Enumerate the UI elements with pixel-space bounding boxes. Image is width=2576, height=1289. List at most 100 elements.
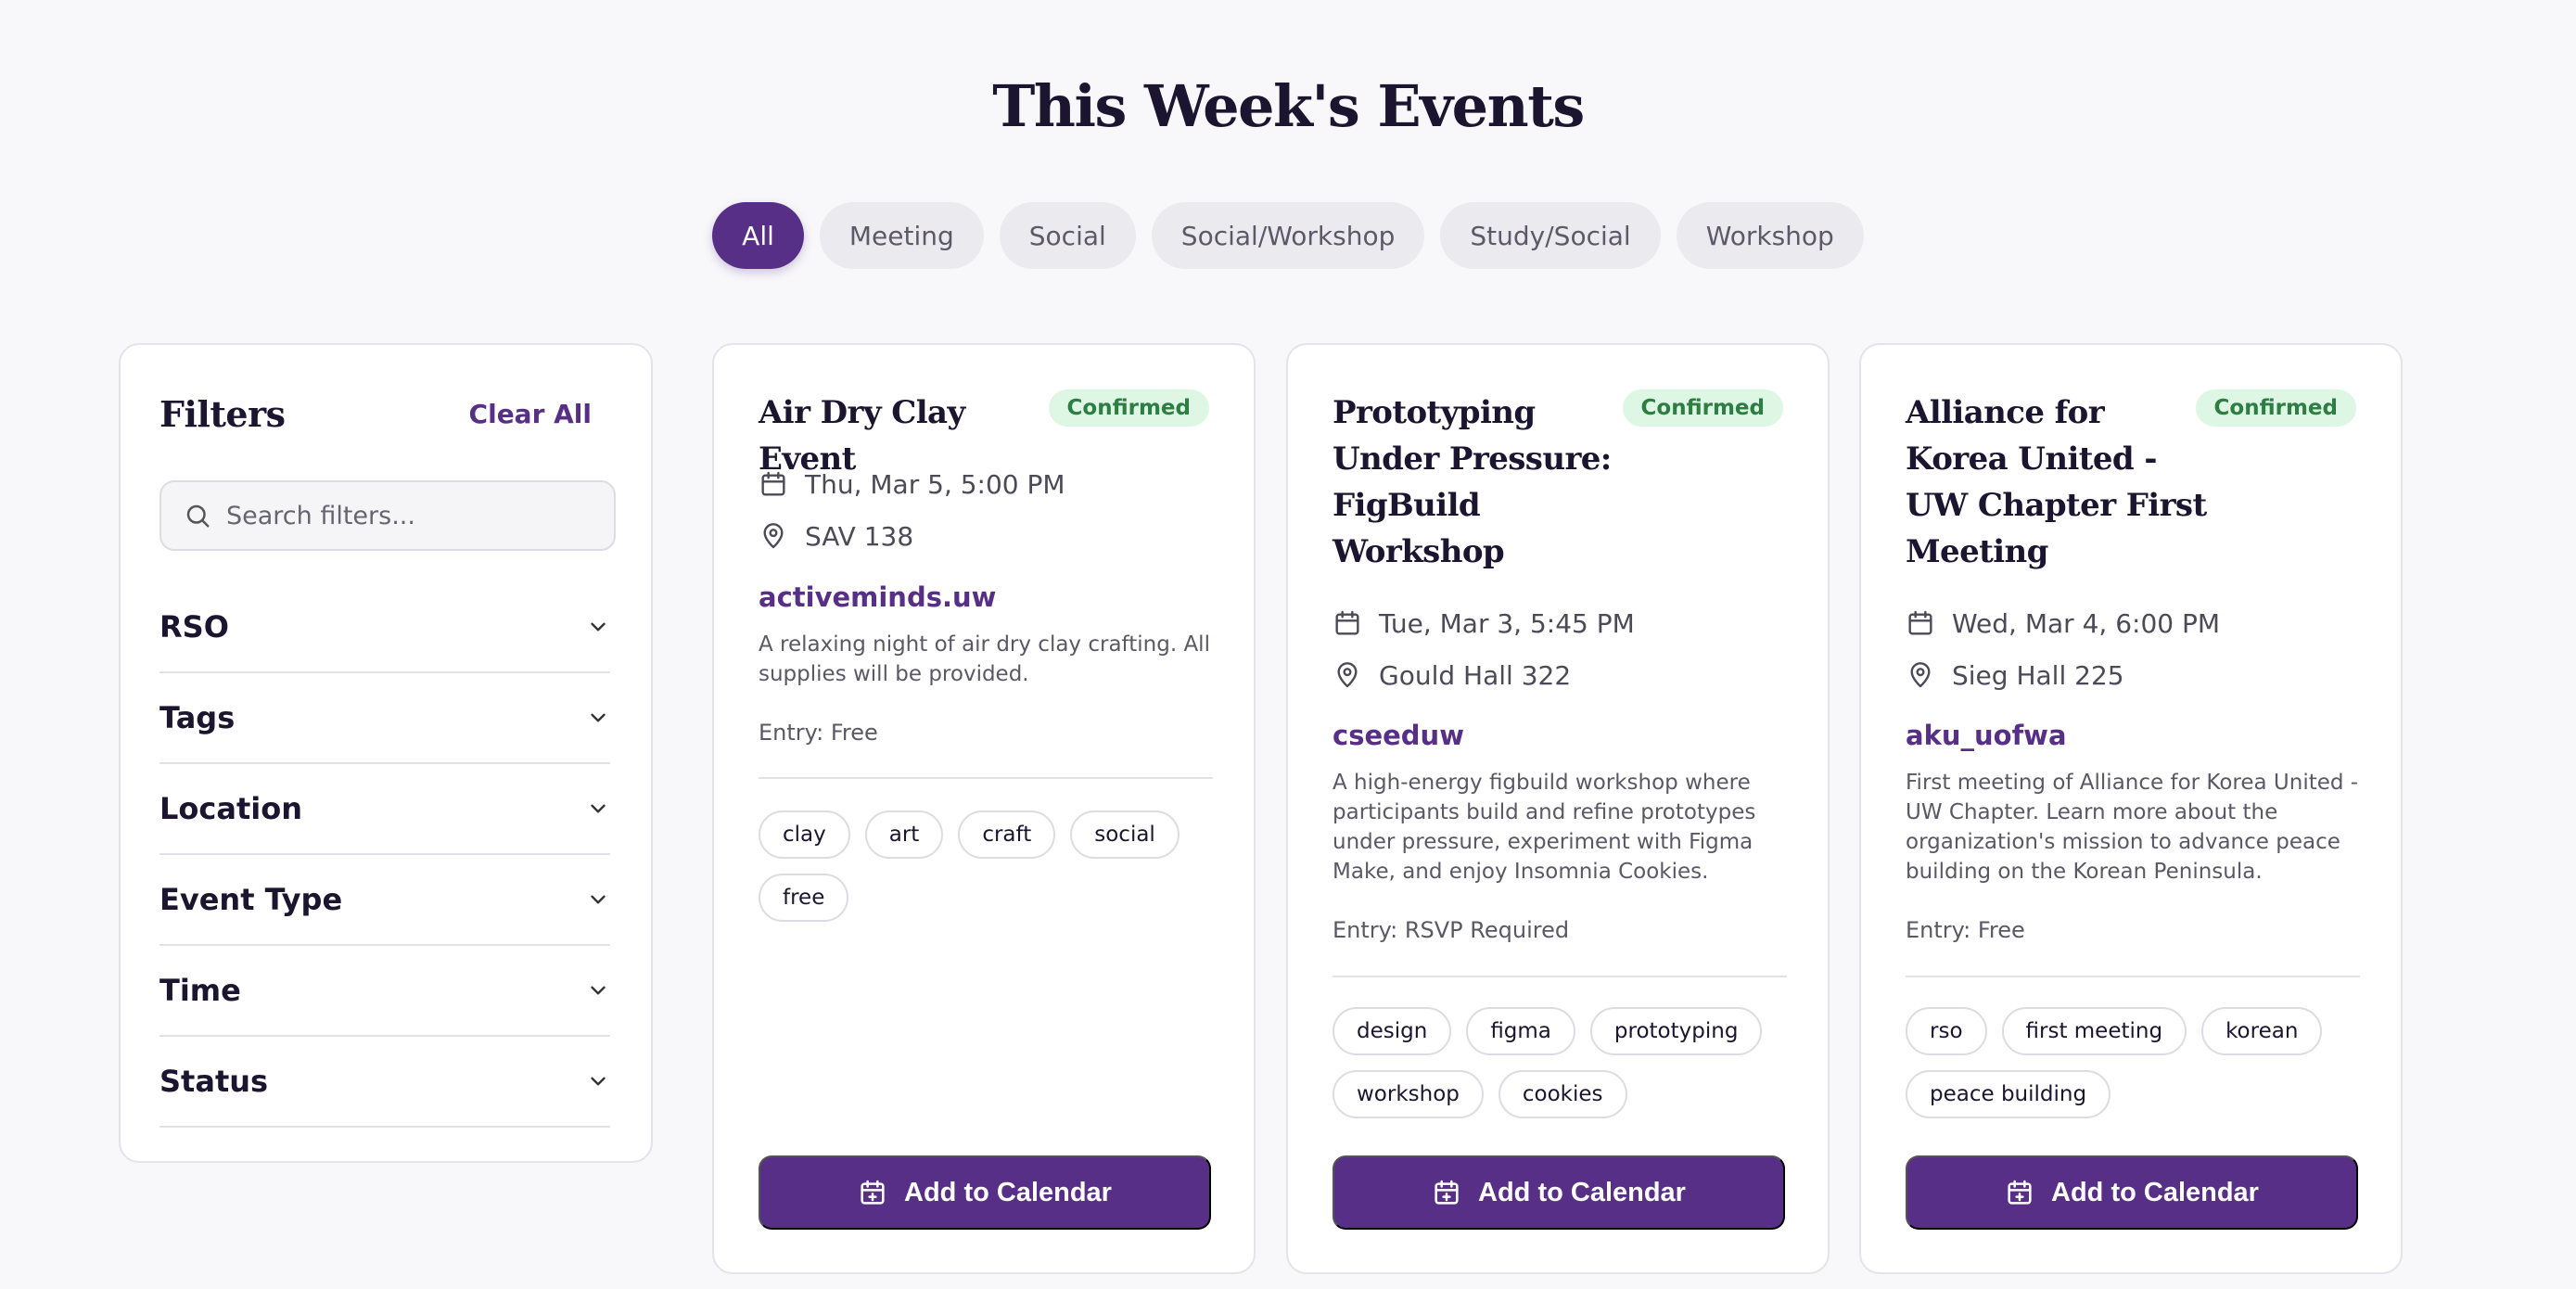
search-icon: [186, 504, 210, 528]
event-location-text: SAV 138: [805, 520, 914, 552]
tag-chip[interactable]: first meeting: [2001, 1007, 2187, 1055]
category-tabs: All Meeting Social Social/Workshop Study…: [0, 202, 2576, 269]
event-meta: Tue, Mar 3, 5:45 PM Gould Hall 322: [1333, 597, 1778, 701]
event-entry: Entry: Free: [759, 720, 878, 746]
tab-study-social[interactable]: Study/Social: [1440, 202, 1661, 269]
chevron-down-icon: [591, 622, 606, 632]
divider: [759, 777, 1213, 779]
tag-chip[interactable]: cookies: [1498, 1070, 1627, 1118]
event-title: Alliance for Korea United - UW Chapter F…: [1906, 394, 2207, 570]
event-description: A high-energy figbuild workshop where pa…: [1333, 771, 1756, 884]
event-location-text: Gould Hall 322: [1379, 659, 1572, 691]
org-link[interactable]: cseeduw: [1333, 720, 1464, 751]
tag-list: design figma prototyping workshop cookie…: [1333, 1007, 1796, 1118]
add-to-calendar-label: Add to Calendar: [1478, 1177, 1686, 1207]
filters-panel: Filters Clear All RSO Tags Location Even…: [119, 343, 653, 1163]
event-location: SAV 138: [759, 510, 1204, 562]
event-datetime: Tue, Mar 3, 5:45 PM: [1333, 597, 1778, 649]
filter-search-box: [159, 480, 616, 551]
calendar-icon: [761, 471, 785, 496]
tag-chip[interactable]: design: [1333, 1007, 1452, 1055]
chevron-down-icon: [591, 713, 606, 722]
filter-section-rso[interactable]: RSO: [159, 582, 610, 673]
calendar-icon: [1908, 610, 1932, 635]
divider: [1333, 976, 1787, 977]
tag-chip[interactable]: craft: [958, 810, 1056, 859]
tag-chip[interactable]: rso: [1906, 1007, 1987, 1055]
org-link[interactable]: aku_uofwa: [1906, 720, 2067, 751]
filter-label: Location: [159, 791, 302, 826]
add-to-calendar-button[interactable]: Add to Calendar: [759, 1155, 1211, 1230]
calendar-icon: [1335, 610, 1359, 635]
filter-label: Time: [159, 973, 241, 1008]
tag-chip[interactable]: clay: [759, 810, 850, 859]
tab-social-workshop[interactable]: Social/Workshop: [1151, 202, 1425, 269]
status-badge: Confirmed: [1622, 389, 1783, 427]
map-pin-icon: [763, 523, 784, 549]
tag-chip[interactable]: prototyping: [1589, 1007, 1763, 1055]
map-pin-icon: [1337, 662, 1358, 688]
chevron-down-icon: [591, 1077, 606, 1086]
calendar-plus-icon: [861, 1180, 885, 1205]
filter-label: Tags: [159, 700, 236, 735]
chevron-down-icon: [591, 986, 606, 995]
divider: [1906, 976, 2360, 977]
tag-chip[interactable]: workshop: [1333, 1070, 1484, 1118]
event-card: Alliance for Korea United - UW Chapter F…: [1859, 343, 2403, 1274]
event-datetime-text: Tue, Mar 3, 5:45 PM: [1379, 607, 1635, 639]
event-location-text: Sieg Hall 225: [1952, 659, 2124, 691]
filter-section-location[interactable]: Location: [159, 764, 610, 855]
event-card: Prototyping Under Pressure: FigBuild Wor…: [1286, 343, 1830, 1274]
status-badge: Confirmed: [2195, 389, 2356, 427]
filter-section-tags[interactable]: Tags: [159, 673, 610, 764]
chevron-down-icon: [591, 895, 606, 904]
calendar-plus-icon: [1435, 1180, 1459, 1205]
tag-chip[interactable]: figma: [1466, 1007, 1575, 1055]
event-entry: Entry: RSVP Required: [1333, 917, 1570, 943]
event-datetime: Wed, Mar 4, 6:00 PM: [1906, 597, 2351, 649]
clear-all-button[interactable]: Clear All: [469, 399, 592, 429]
event-title: Prototyping Under Pressure: FigBuild Wor…: [1333, 394, 1612, 570]
event-card: Air Dry Clay Event Confirmed Thu, Mar 5,…: [712, 343, 1256, 1274]
tab-all[interactable]: All: [712, 202, 804, 269]
event-meta: Wed, Mar 4, 6:00 PM Sieg Hall 225: [1906, 597, 2351, 701]
add-to-calendar-button[interactable]: Add to Calendar: [1333, 1155, 1785, 1230]
tag-chip[interactable]: art: [864, 810, 944, 859]
event-entry: Entry: Free: [1906, 917, 2025, 943]
filter-label: Status: [159, 1064, 269, 1099]
add-to-calendar-button[interactable]: Add to Calendar: [1906, 1155, 2358, 1230]
tag-chip[interactable]: free: [759, 874, 849, 922]
event-datetime: Thu, Mar 5, 5:00 PM: [759, 458, 1204, 510]
tab-meeting[interactable]: Meeting: [819, 202, 984, 269]
tag-list: rso first meeting korean peace building: [1906, 1007, 2369, 1118]
filter-label: RSO: [159, 609, 229, 644]
filter-label: Event Type: [159, 882, 343, 917]
filter-section-time[interactable]: Time: [159, 946, 610, 1037]
filters-title: Filters: [159, 393, 286, 435]
tab-workshop[interactable]: Workshop: [1676, 202, 1864, 269]
tag-chip[interactable]: peace building: [1906, 1070, 2111, 1118]
filter-section-status[interactable]: Status: [159, 1037, 610, 1128]
page-title: This Week's Events: [992, 72, 1585, 140]
org-link[interactable]: activeminds.uw: [759, 581, 996, 613]
tag-chip[interactable]: social: [1070, 810, 1180, 859]
event-description: A relaxing night of air dry clay craftin…: [759, 632, 1210, 686]
event-description: First meeting of Alliance for Korea Unit…: [1906, 771, 2359, 884]
event-datetime-text: Wed, Mar 4, 6:00 PM: [1952, 607, 2221, 639]
tag-list: clay art craft social free: [759, 810, 1222, 922]
status-badge: Confirmed: [1048, 389, 1209, 427]
tag-chip[interactable]: korean: [2201, 1007, 2323, 1055]
event-location: Gould Hall 322: [1333, 649, 1778, 701]
filter-search-input[interactable]: [226, 501, 597, 530]
filter-sections: RSO Tags Location Event Type Time Status: [159, 582, 610, 1128]
event-meta: Thu, Mar 5, 5:00 PM SAV 138: [759, 458, 1204, 562]
calendar-plus-icon: [2008, 1180, 2032, 1205]
add-to-calendar-label: Add to Calendar: [904, 1177, 1112, 1207]
map-pin-icon: [1910, 662, 1931, 688]
tab-social[interactable]: Social: [999, 202, 1136, 269]
event-location: Sieg Hall 225: [1906, 649, 2351, 701]
event-datetime-text: Thu, Mar 5, 5:00 PM: [805, 468, 1065, 500]
add-to-calendar-label: Add to Calendar: [2051, 1177, 2259, 1207]
chevron-down-icon: [591, 804, 606, 813]
filter-section-event-type[interactable]: Event Type: [159, 855, 610, 946]
